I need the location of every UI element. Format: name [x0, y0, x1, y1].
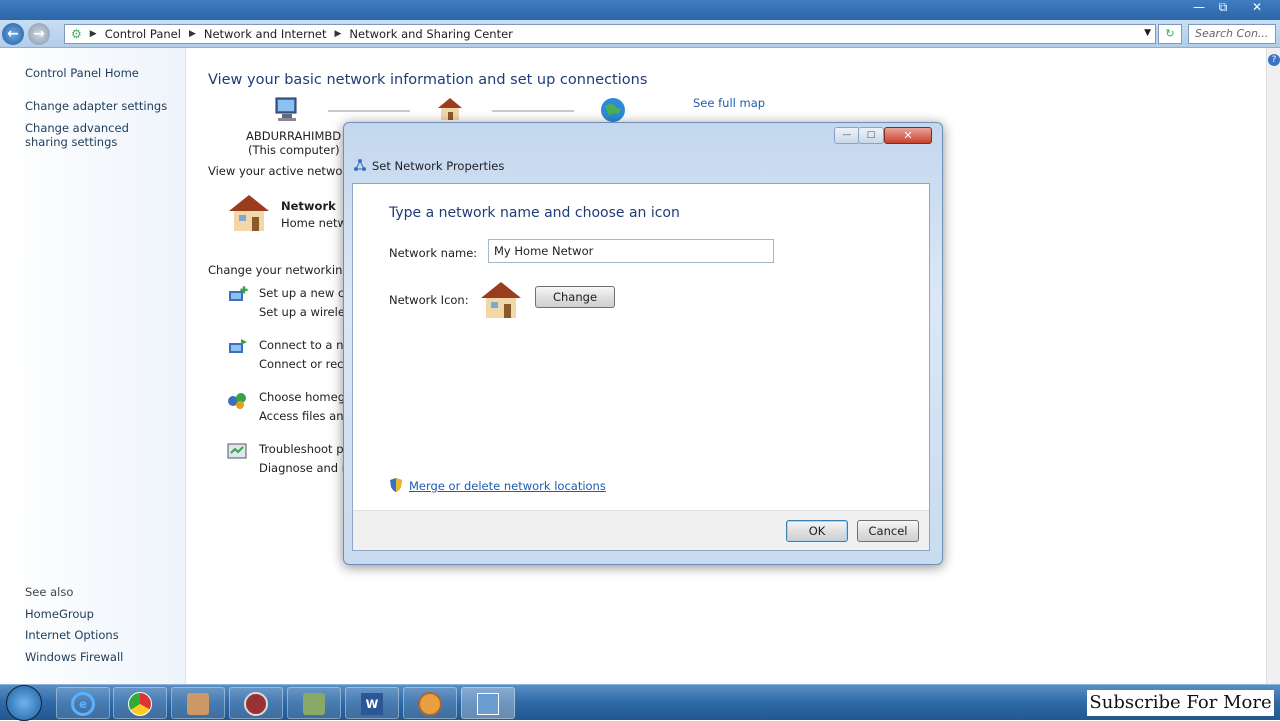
set-network-properties-dialog: — □ ✕ Set Network Properties Type a netw…: [343, 122, 943, 565]
taskbar-word-icon[interactable]: W: [345, 687, 399, 719]
forward-button[interactable]: →: [28, 23, 50, 45]
taskbar-chrome-icon[interactable]: [113, 687, 167, 719]
see-also-label: See also: [25, 585, 74, 599]
troubleshoot-icon: [227, 443, 247, 459]
breadcrumb-sharing-center[interactable]: Network and Sharing Center: [349, 27, 512, 41]
breadcrumb-control-panel[interactable]: Control Panel: [105, 27, 181, 41]
computer-subtitle: (This computer): [248, 143, 340, 157]
task-homegroup-link[interactable]: Choose homegro: [259, 390, 357, 404]
taskbar-film-icon[interactable]: [403, 687, 457, 719]
homegroup-link[interactable]: HomeGroup: [25, 607, 94, 621]
help-icon[interactable]: ?: [1268, 54, 1280, 66]
ok-button[interactable]: OK: [786, 520, 848, 542]
network-icon: [354, 159, 366, 171]
connect-network-icon: [229, 339, 247, 353]
chevron-down-icon[interactable]: ▼: [1144, 28, 1151, 38]
computer-name: ABDURRAHIMBD: [246, 129, 342, 143]
chevron-right-icon: ▶: [89, 29, 97, 39]
start-button[interactable]: [6, 685, 42, 721]
dialog-close-button[interactable]: ✕: [884, 127, 932, 144]
map-connector: [328, 110, 410, 112]
dialog-body: Type a network name and choose an icon N…: [352, 183, 930, 551]
internet-options-link[interactable]: Internet Options: [25, 628, 119, 642]
network-name-label: Network name:: [389, 246, 478, 260]
internet-globe-icon: [601, 98, 625, 122]
dialog-heading: Type a network name and choose an icon: [389, 205, 680, 221]
homegroup-icon: [228, 393, 246, 409]
network-name-input[interactable]: [488, 239, 774, 263]
breadcrumb-network-internet[interactable]: Network and Internet: [204, 27, 327, 41]
merge-delete-locations-link[interactable]: Merge or delete network locations: [409, 479, 606, 493]
taskbar-app-icon[interactable]: [171, 687, 225, 719]
refresh-button[interactable]: ↻: [1158, 24, 1182, 44]
active-networks-label: View your active networks: [208, 164, 360, 178]
dialog-minimize-button[interactable]: —: [834, 127, 860, 144]
address-bar[interactable]: ⚙ ▶ Control Panel ▶ Network and Internet…: [64, 24, 1156, 44]
close-button[interactable]: ✕: [1244, 0, 1270, 14]
page-title: View your basic network information and …: [208, 72, 648, 88]
change-icon-button[interactable]: Change: [535, 286, 615, 308]
chevron-right-icon: ▶: [188, 29, 196, 39]
network-type-link[interactable]: Home netw: [281, 216, 347, 230]
back-button[interactable]: ←: [2, 23, 24, 45]
control-panel-icon: ⚙: [71, 27, 82, 41]
control-panel-home-link[interactable]: Control Panel Home: [25, 66, 139, 80]
taskbar-paint-icon[interactable]: [287, 687, 341, 719]
change-adapter-settings-link[interactable]: Change adapter settings: [25, 99, 167, 113]
minimize-button[interactable]: —: [1186, 0, 1212, 14]
window-titlebar: — ⧉ ✕: [0, 0, 1280, 20]
restore-button[interactable]: ⧉: [1210, 0, 1236, 14]
left-navigation-pane: Control Panel Home Change adapter settin…: [0, 48, 186, 684]
change-advanced-sharing-link[interactable]: Change advanced sharing settings: [25, 121, 170, 149]
taskbar-media-icon[interactable]: [229, 687, 283, 719]
home-network-icon: [438, 98, 462, 120]
windows-firewall-link[interactable]: Windows Firewall: [25, 650, 123, 664]
search-input[interactable]: Search Con...: [1188, 24, 1276, 44]
dialog-title: Set Network Properties: [372, 159, 505, 173]
chevron-right-icon: ▶: [334, 29, 342, 39]
network-name: Network: [281, 199, 336, 213]
computer-icon: [275, 97, 297, 121]
cancel-button[interactable]: Cancel: [857, 520, 919, 542]
home-network-icon: [481, 282, 521, 318]
see-full-map-link[interactable]: See full map: [693, 96, 765, 110]
address-row: ← → ⚙ ▶ Control Panel ▶ Network and Inte…: [0, 20, 1280, 48]
map-connector: [492, 110, 574, 112]
task-troubleshoot-link[interactable]: Troubleshoot pro: [259, 442, 355, 456]
shield-icon: [390, 478, 402, 492]
setup-connection-icon: [229, 286, 248, 301]
dialog-maximize-button[interactable]: □: [858, 127, 884, 144]
home-network-icon[interactable]: [226, 192, 272, 234]
subscribe-banner: Subscribe For More: [1087, 690, 1274, 716]
network-icon-label: Network Icon:: [389, 293, 469, 307]
taskbar-ie-icon[interactable]: e: [56, 687, 110, 719]
taskbar-control-panel-icon[interactable]: [461, 687, 515, 719]
scrollbar[interactable]: [1266, 48, 1280, 684]
task-connect-network-link[interactable]: Connect to a net: [259, 338, 355, 352]
dialog-footer: OK Cancel: [353, 510, 929, 550]
